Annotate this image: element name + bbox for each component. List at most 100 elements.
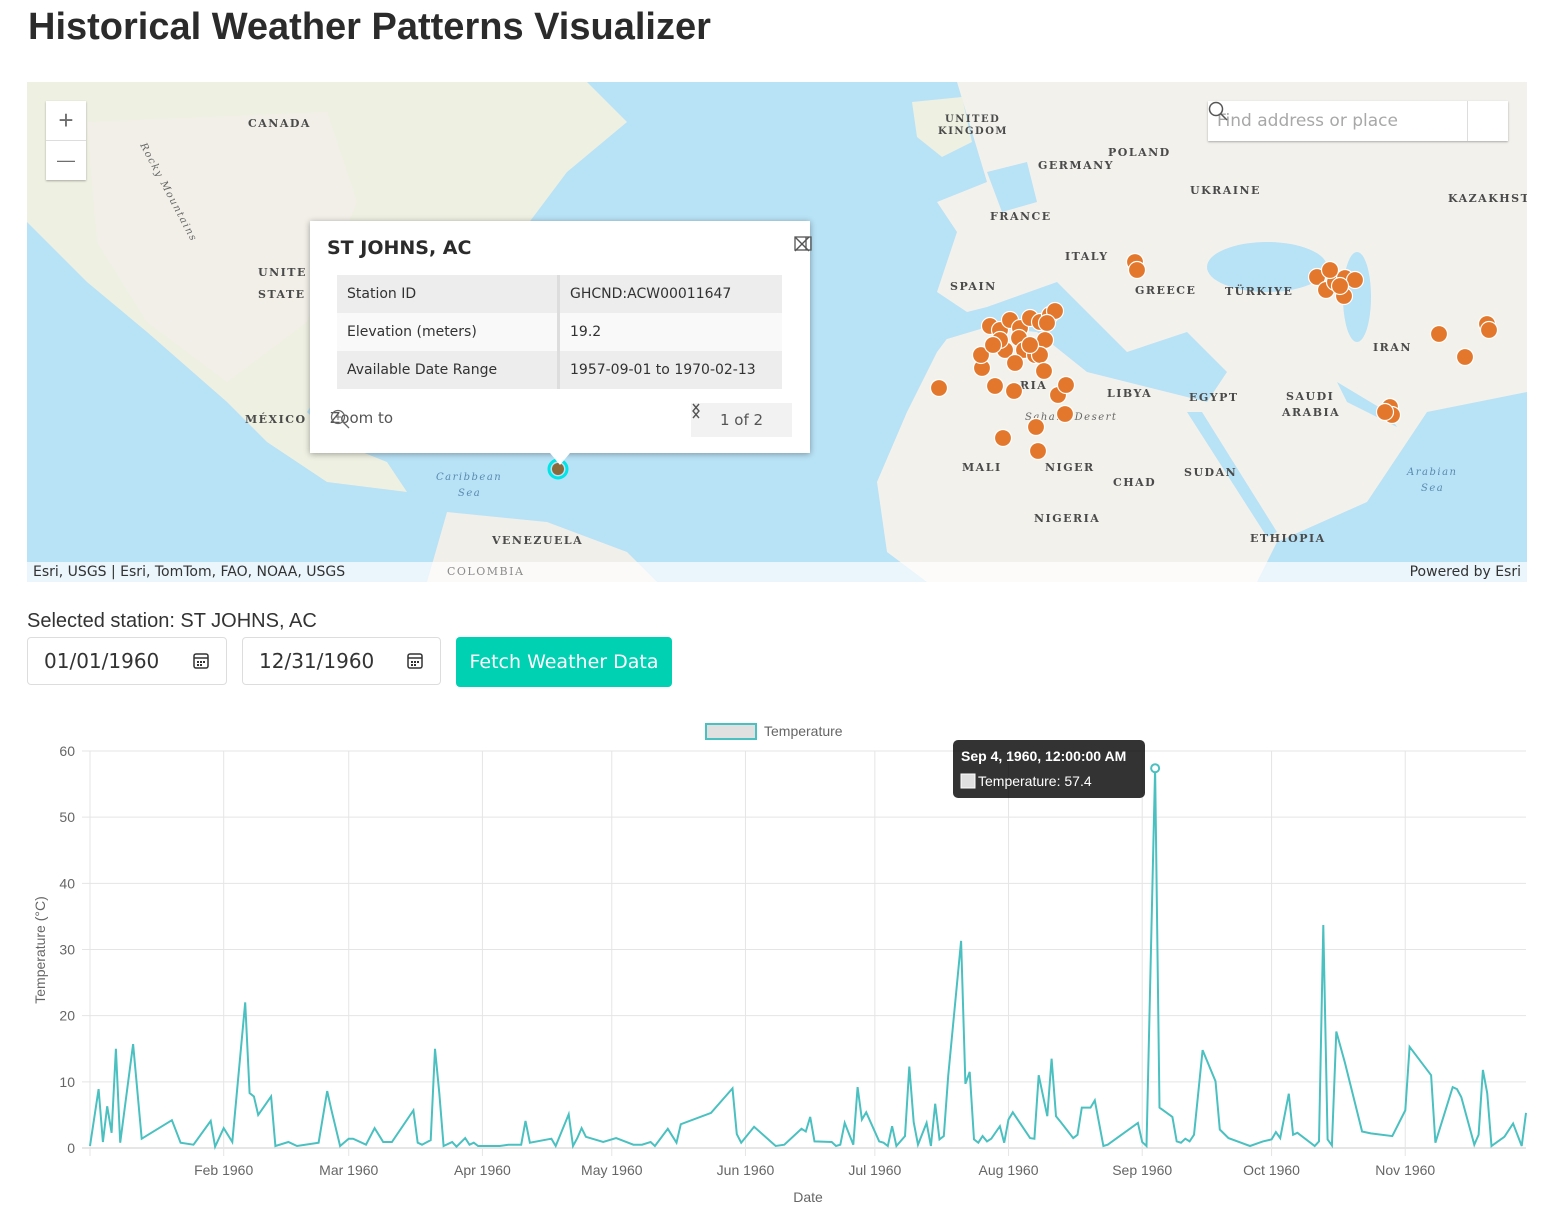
attribution-text: Esri, USGS | Esri, TomTom, FAO, NOAA, US… [33,564,346,580]
map-view[interactable]: CANADA Rocky Mountains UNITE STATE MÉXIC… [27,82,1527,582]
search-widget [1208,101,1508,141]
station-marker[interactable] [1455,347,1475,367]
x-tick-label: Sep 1960 [1112,1162,1172,1178]
svg-text:FRANCE: FRANCE [990,210,1052,223]
svg-text:Temperature: 57.4: Temperature: 57.4 [978,773,1092,789]
x-tick-label: Mar 1960 [319,1162,378,1178]
svg-text:ARABIA: ARABIA [1281,406,1340,419]
y-tick-label: 20 [59,1008,75,1024]
station-marker[interactable] [1034,361,1054,381]
station-marker[interactable] [1330,276,1350,296]
station-marker[interactable] [1375,402,1395,422]
zoom-to-button[interactable]: Zoom to [330,409,393,429]
station-marker[interactable] [1005,353,1025,373]
calendar-icon[interactable] [192,652,210,670]
station-marker[interactable] [1429,324,1449,344]
station-marker[interactable] [1026,417,1046,437]
x-tick-label: Apr 1960 [454,1162,511,1178]
close-icon[interactable] [794,236,810,252]
attribution-bar: Esri, USGS | Esri, TomTom, FAO, NOAA, US… [27,562,1527,582]
y-tick-label: 0 [67,1140,75,1156]
station-marker[interactable] [985,376,1005,396]
chart-grid [82,750,1526,1156]
legend[interactable]: Temperature [705,723,843,740]
station-marker[interactable] [1004,381,1024,401]
svg-text:Sea: Sea [458,488,481,499]
popup-title: ST JOHNS, AC [327,237,472,259]
popup-attributes-table: Station ID GHCND:ACW00011647 Elevation (m… [337,275,782,389]
svg-text:STATE: STATE [258,288,306,301]
station-marker[interactable] [929,378,949,398]
station-marker[interactable] [983,335,1003,355]
x-tick-label: Jul 1960 [848,1162,901,1178]
search-icon [1208,101,1228,121]
search-input[interactable] [1208,101,1467,141]
svg-text:EGYPT: EGYPT [1189,391,1239,404]
svg-text:NIGER: NIGER [1045,461,1095,474]
zoom-controls: + — [46,101,86,180]
zoom-out-button[interactable]: — [46,140,86,180]
powered-by[interactable]: Powered by Esri [1410,564,1521,580]
station-marker[interactable] [1479,320,1499,340]
legend-swatch [705,723,757,740]
next-icon[interactable] [691,403,701,419]
svg-text:RIA: RIA [1020,379,1047,392]
svg-text:MÉXICO: MÉXICO [245,412,307,426]
start-date-input[interactable]: 01/01/1960 [27,637,227,685]
station-marker[interactable] [1127,260,1147,280]
zoom-in-button[interactable]: + [46,101,86,140]
svg-text:POLAND: POLAND [1108,146,1171,159]
station-marker[interactable] [1020,335,1040,355]
temperature-series-line [89,768,1527,1151]
svg-text:CANADA: CANADA [248,117,311,130]
svg-text:TÜRKIYE: TÜRKIYE [1225,284,1293,298]
end-date-input[interactable]: 12/31/1960 [242,637,441,685]
svg-text:ETHIOPIA: ETHIOPIA [1250,532,1326,545]
svg-text:VENEZUELA: VENEZUELA [491,534,583,547]
station-popup: ST JOHNS, AC Station ID GHCND:ACW00011647… [310,221,812,465]
calendar-icon[interactable] [406,652,424,670]
page-title: Historical Weather Patterns Visualizer [28,6,711,48]
feature-pager: 1 of 2 [691,403,792,437]
station-marker[interactable] [1037,313,1057,333]
svg-text:GREECE: GREECE [1135,284,1196,297]
svg-text:UKRAINE: UKRAINE [1190,184,1261,197]
svg-text:IRAN: IRAN [1373,341,1412,354]
x-tick-label: Aug 1960 [979,1162,1039,1178]
table-row: Available Date Range 1957-09-01 to 1970-0… [337,351,782,389]
search-button[interactable] [1208,101,1508,141]
svg-text:UNITE: UNITE [258,266,307,279]
station-marker[interactable] [1055,404,1075,424]
station-marker[interactable] [1320,260,1340,280]
y-tick-label: 50 [59,809,75,825]
y-axis-title: Temperature (°C) [32,896,48,1004]
fetch-weather-data-button[interactable]: Fetch Weather Data [456,637,672,687]
svg-text:Arabian: Arabian [1406,467,1457,478]
temperature-chart: 0 10 20 30 40 50 60 Feb 1960 Mar 1960 Apr 1960 Ma… [32,723,1527,1205]
chart-tooltip: Sep 4, 1960, 12:00:00 AM Temperature: 57… [953,740,1161,798]
svg-text:ITALY: ITALY [1065,250,1109,263]
svg-text:CHAD: CHAD [1113,476,1156,489]
y-tick-label: 30 [59,942,75,958]
legend-label: Temperature [764,723,843,739]
map-label-colombia: COLOMBIA [447,565,525,578]
station-marker[interactable] [993,428,1013,448]
svg-text:SUDAN: SUDAN [1184,466,1237,479]
y-axis: 0 10 20 30 40 50 60 [59,743,75,1156]
station-marker[interactable] [1056,375,1076,395]
x-tick-label: Feb 1960 [194,1162,253,1178]
x-axis: Feb 1960 Mar 1960 Apr 1960 May 1960 Jun 1960… [194,1162,1435,1178]
svg-text:LIBYA: LIBYA [1107,387,1152,400]
svg-text:SPAIN: SPAIN [950,280,997,293]
svg-text:SAUDI: SAUDI [1286,390,1334,403]
svg-text:KINGDOM: KINGDOM [938,126,1008,137]
station-marker[interactable] [1028,441,1048,461]
x-tick-label: Nov 1960 [1375,1162,1435,1178]
svg-text:Sep 4, 1960, 12:00:00 AM: Sep 4, 1960, 12:00:00 AM [961,748,1126,764]
svg-text:GERMANY: GERMANY [1038,159,1114,172]
svg-text:Sea: Sea [1421,483,1444,494]
svg-text:Caribbean: Caribbean [436,472,502,483]
svg-text:MALI: MALI [962,461,1002,474]
hovered-point[interactable] [1150,763,1161,774]
popup-pointer [550,453,570,465]
